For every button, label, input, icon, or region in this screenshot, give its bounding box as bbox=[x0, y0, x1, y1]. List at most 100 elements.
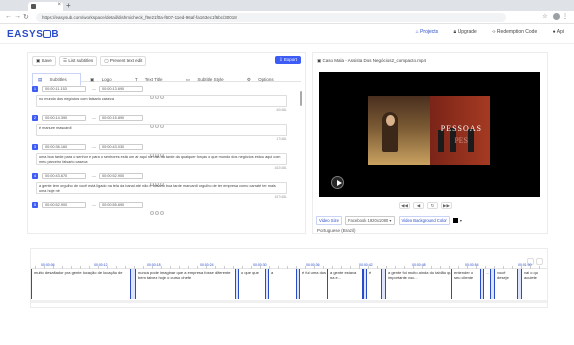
background-color-swatch[interactable] bbox=[452, 218, 458, 224]
nav-projects[interactable]: ⌂ Projects bbox=[416, 29, 438, 35]
video-frame: PESSOAS PES bbox=[368, 96, 490, 165]
forward-icon[interactable]: → bbox=[14, 13, 21, 20]
time-separator: — bbox=[92, 173, 96, 178]
time-separator: — bbox=[92, 86, 96, 91]
char-count: 162/48L bbox=[274, 166, 287, 170]
timeline-segment[interactable]: a bbox=[268, 269, 297, 299]
browser-toolbar-icons: ☆ ⋮ bbox=[542, 13, 568, 20]
tab-options[interactable]: ⚙ Options bbox=[241, 73, 288, 86]
timeline-marker: 00:00:18 bbox=[147, 263, 161, 267]
timeline-segment[interactable]: o que que bbox=[238, 269, 266, 299]
list-subtitles-button[interactable]: ☰ List subtitles bbox=[59, 56, 98, 66]
video-overlay-text: PESSOAS bbox=[440, 124, 482, 133]
end-time-input[interactable]: 00:00:52.900 bbox=[99, 173, 143, 179]
delete-row-icon[interactable] bbox=[160, 211, 164, 215]
app-header: EASYS B ⌂ Projects 🔒︎ Upgrade ‹› Redempti… bbox=[0, 24, 574, 44]
tab-subtitles[interactable]: ▤ Subtitles bbox=[32, 73, 81, 86]
loop-icon[interactable]: ↻ bbox=[427, 202, 438, 209]
tab-text-title[interactable]: T Text Title bbox=[129, 73, 177, 86]
timeline-segment[interactable]: muito desafiador pra gente locação de lo… bbox=[31, 269, 131, 299]
time-separator: — bbox=[92, 115, 96, 120]
play-button[interactable] bbox=[331, 176, 344, 189]
subtitle-index: 5 bbox=[32, 202, 38, 208]
video-title: ▣ Caso Mala - Assista Dos Negócios2_comp… bbox=[317, 58, 427, 63]
close-tab-icon[interactable]: × bbox=[57, 2, 61, 8]
timeline-segment[interactable]: entender o seu cliente bbox=[451, 269, 481, 299]
end-time-input[interactable]: 00:00:15.890 bbox=[99, 115, 143, 121]
timeline-segment[interactable]: vai o qu acuiete bbox=[521, 269, 547, 299]
merge-row-icon[interactable] bbox=[155, 211, 159, 215]
subtitle-text-input[interactable]: no mundo dos negócios com falsario casec… bbox=[36, 95, 287, 107]
editor-toolbar: ▣ Save ☰ List subtitles ▢ Prevent text e… bbox=[32, 56, 148, 66]
timeline-segment[interactable]: nunca pode imaginar que a empresa fosse … bbox=[135, 269, 236, 299]
new-tab-button[interactable]: + bbox=[66, 1, 71, 10]
video-size-select[interactable]: Facebook 1920x1080 ▾ bbox=[344, 216, 395, 225]
bookmark-star-icon[interactable]: ☆ bbox=[542, 14, 547, 20]
end-time-input[interactable]: 00:00:55.690 bbox=[99, 202, 143, 208]
browser-tab[interactable]: × bbox=[28, 2, 63, 11]
subtitle-row[interactable]: 2 00:00:14.390 — 00:00:15.890 é manure m… bbox=[32, 115, 301, 144]
prevent-text-edit-button[interactable]: ▢ Prevent text edit bbox=[100, 56, 147, 66]
profile-avatar[interactable] bbox=[553, 13, 561, 20]
video-settings-row: Video Size Facebook 1920x1080 ▾ Video Back… bbox=[316, 216, 462, 225]
timeline-segment[interactable]: ... bbox=[483, 269, 491, 299]
nav-api[interactable]: ● Api bbox=[553, 29, 564, 35]
start-time-input[interactable]: 00:00:52.900 bbox=[42, 202, 86, 208]
save-button[interactable]: ▣ Save bbox=[32, 56, 56, 66]
tab-subtitle-style[interactable]: ▭ Subtitle Style bbox=[180, 73, 238, 86]
back-icon[interactable]: ← bbox=[5, 13, 12, 20]
char-count: 157/48L bbox=[274, 195, 287, 199]
forward-icon[interactable]: ▶▶ bbox=[441, 202, 452, 209]
timeline-panel: 00:00:06 00:00:12 00:00:18 00:00:24 00:00:30… bbox=[30, 248, 548, 308]
step-back-icon[interactable]: ◀ bbox=[413, 202, 424, 209]
address-bar: ← → ↻ https://easysub.com/workspace/deta… bbox=[0, 11, 574, 24]
subtitle-row[interactable]: 4 00:00:43.670 — 00:00:52.900 a gente te… bbox=[32, 173, 301, 202]
subtitle-index: 4 bbox=[32, 173, 38, 179]
subtitle-list: 1 00:00:11.153 — 00:00:13.690 no mundo d… bbox=[32, 86, 301, 233]
start-time-input[interactable]: 00:00:36.160 bbox=[42, 144, 86, 150]
end-time-input[interactable]: 00:00:13.690 bbox=[99, 86, 143, 92]
timeline-segment[interactable]: você deseje bbox=[494, 269, 518, 299]
video-controls: ◀◀ ◀ ↻ ▶▶ bbox=[399, 202, 455, 209]
nav-upgrade[interactable]: 🔒︎ Upgrade bbox=[454, 29, 477, 35]
subtitle-text-input[interactable]: uma boa tarde para o senhor e para o sen… bbox=[36, 153, 287, 165]
end-time-input[interactable]: 00:00:43.030 bbox=[99, 144, 143, 150]
url-field[interactable]: https://easysub.com/workspace/detail/dis… bbox=[36, 13, 506, 22]
start-time-input[interactable]: 00:00:11.153 bbox=[42, 86, 86, 92]
start-time-input[interactable]: 00:00:14.390 bbox=[42, 115, 86, 121]
subtitle-text-input[interactable]: é manure mascardi bbox=[36, 124, 287, 136]
subtitle-index: 1 bbox=[32, 86, 38, 92]
timeline-scrollbar[interactable] bbox=[31, 300, 547, 303]
subtitle-list-scrollbar[interactable] bbox=[300, 91, 302, 106]
subtitle-index: 2 bbox=[32, 115, 38, 121]
start-time-input[interactable]: 00:00:43.670 bbox=[42, 173, 86, 179]
reload-icon[interactable]: ↻ bbox=[23, 13, 29, 21]
color-dropdown-icon[interactable]: ▾ bbox=[460, 218, 462, 223]
subtitle-track[interactable]: muito desafiador pra gente locação de lo… bbox=[31, 269, 547, 299]
timeline-segment[interactable]: a gente estava na e... bbox=[327, 269, 363, 299]
subtitle-text-input[interactable]: a gente tem orgulho de você está ligado … bbox=[36, 182, 287, 194]
preview-panel: ▣ Caso Mala - Assista Dos Negócios2_comp… bbox=[312, 52, 548, 234]
timeline-marker: 00:00:36 bbox=[306, 263, 320, 267]
nav-redemption-code[interactable]: ‹› Redemption Code bbox=[492, 29, 537, 35]
add-row-icon[interactable] bbox=[150, 211, 154, 215]
timeline-marker: 00:00:42 bbox=[359, 263, 373, 267]
menu-icon[interactable]: ⋮ bbox=[562, 14, 568, 20]
language-label: Portuguese (Brazil) bbox=[317, 228, 356, 233]
video-player[interactable]: PESSOAS PES bbox=[319, 72, 540, 197]
subtitle-row[interactable]: 5 00:00:52.900 — 00:00:55.690 bbox=[32, 202, 301, 231]
subtitle-row[interactable]: 1 00:00:11.153 — 00:00:13.690 no mundo d… bbox=[32, 86, 301, 115]
rewind-icon[interactable]: ◀◀ bbox=[399, 202, 410, 209]
mascot-face bbox=[386, 115, 395, 126]
char-count: 17/48L bbox=[276, 137, 287, 141]
person-silhouette bbox=[438, 130, 444, 152]
timeline-segment[interactable]: é bbox=[366, 269, 382, 299]
tab-logo[interactable]: ▣ Logo bbox=[84, 73, 126, 86]
timeline-marker: 00:00:48 bbox=[412, 263, 426, 267]
export-button[interactable]: ⇩ Export bbox=[274, 56, 301, 64]
browser-tab-strip: × + bbox=[0, 0, 574, 16]
favicon-icon bbox=[31, 4, 36, 9]
subtitle-index: 3 bbox=[32, 144, 38, 150]
subtitle-row[interactable]: 3 00:00:36.160 — 00:00:43.030 uma boa ta… bbox=[32, 144, 301, 173]
easysub-logo[interactable]: EASYS B bbox=[7, 29, 59, 40]
